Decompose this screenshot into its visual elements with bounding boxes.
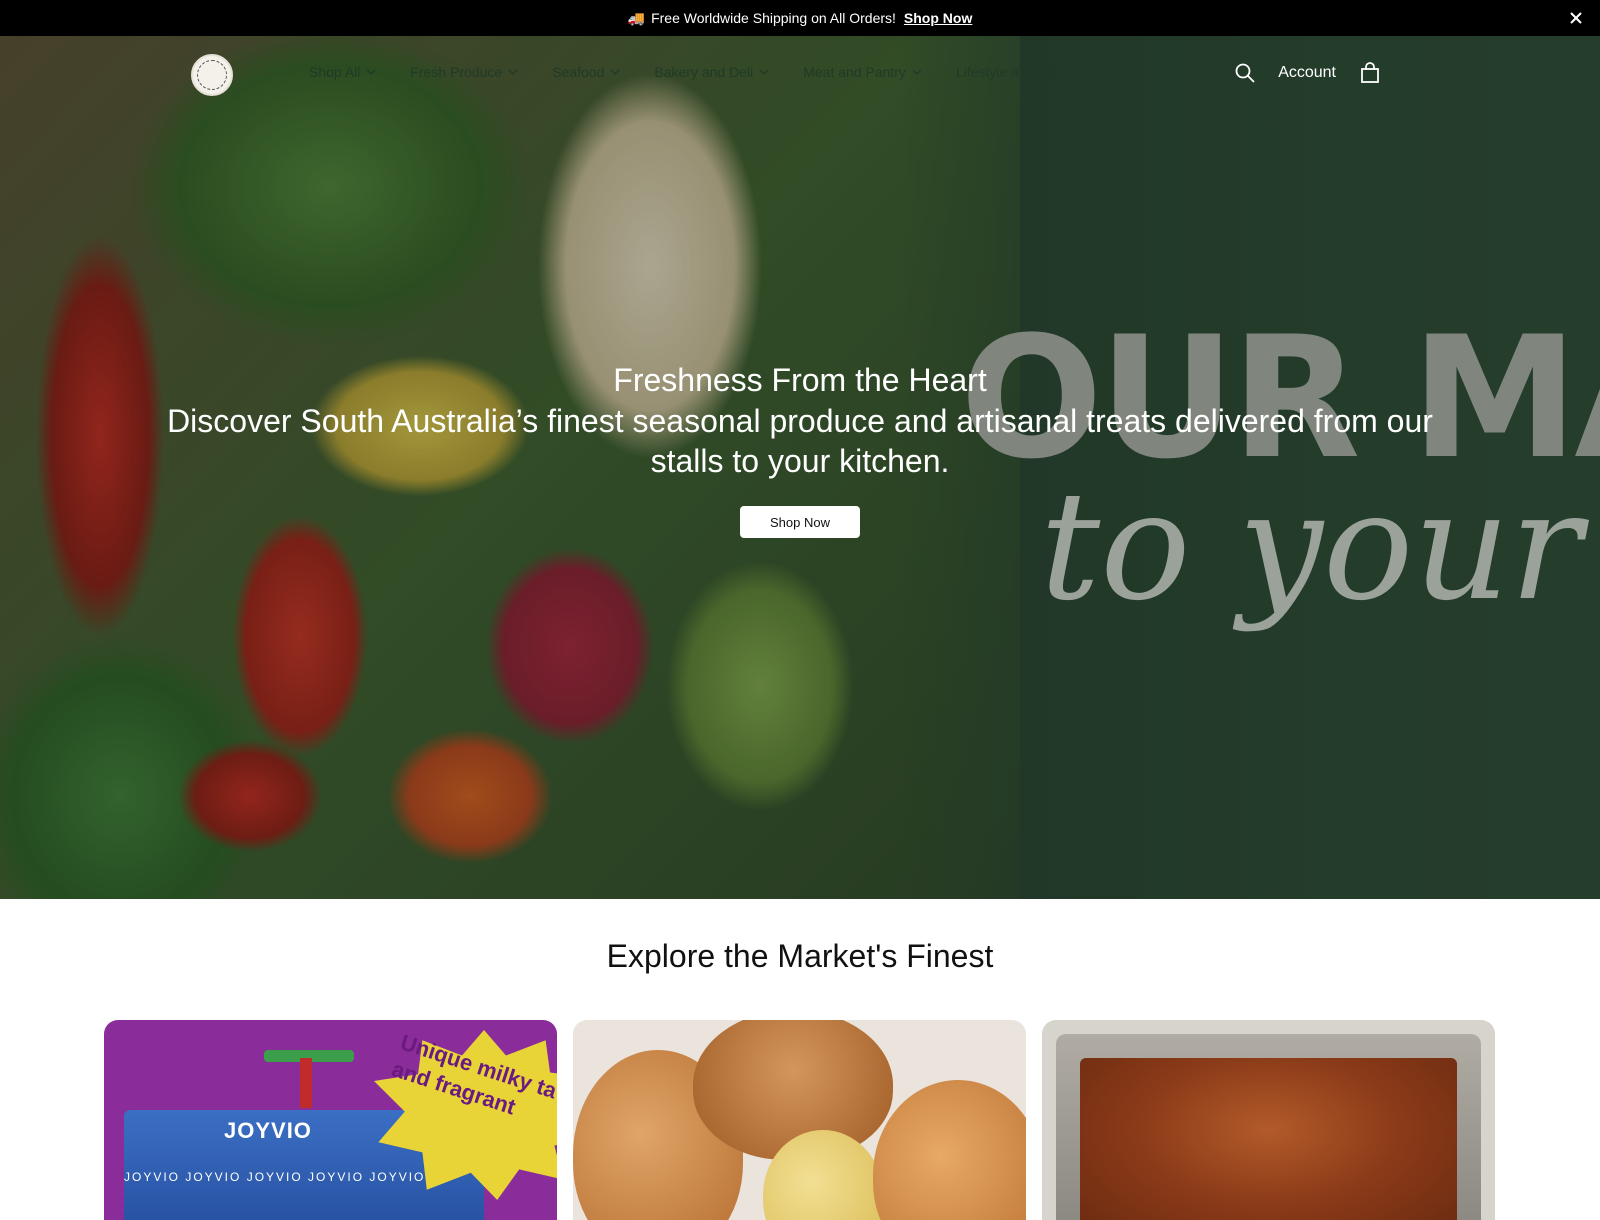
site-logo[interactable] <box>191 54 233 96</box>
search-icon[interactable] <box>1234 62 1256 84</box>
hero-title: Freshness From the Heart <box>613 362 987 398</box>
chevron-down-icon <box>508 69 518 75</box>
logo-emblem <box>197 60 227 90</box>
site-header: Shop All Fresh Produce Seafood Bakery an… <box>0 36 1600 116</box>
announcement-bar: 🚚 Free Worldwide Shipping on All Orders!… <box>0 0 1600 36</box>
hero-shop-now-button[interactable]: Shop Now <box>740 506 860 538</box>
nav-item-seafood[interactable]: Seafood <box>552 64 620 80</box>
chevron-down-icon <box>912 69 922 75</box>
category-card[interactable] <box>573 1020 1026 1220</box>
pear-image <box>873 1080 1026 1220</box>
nav-item-label: Fresh Produce <box>410 64 503 80</box>
announcement-shop-now-link[interactable]: Shop Now <box>904 10 972 26</box>
account-link[interactable]: Account <box>1278 64 1336 82</box>
header-actions: Account <box>1234 62 1380 84</box>
nav-item-label: Lifestyle and Gifts <box>955 64 1068 80</box>
can-stem <box>300 1058 312 1108</box>
nav-item-label: Meat and Pantry <box>803 64 906 80</box>
chevron-down-icon <box>610 69 620 75</box>
category-cards: JOYVIO JOYVIO JOYVIO JOYVIO JOYVIO JOYVI… <box>104 1020 1495 1220</box>
hero-subtitle: Discover South Australia’s finest season… <box>167 403 1433 479</box>
bag-icon[interactable] <box>1360 62 1380 84</box>
nav-item-fresh-produce[interactable]: Fresh Produce <box>410 64 518 80</box>
section-title: Explore the Market's Finest <box>606 938 994 974</box>
nav-item-label: Bakery and Deli <box>654 64 754 80</box>
nav-item-label: Seafood <box>552 64 605 80</box>
announcement-text: Free Worldwide Shipping on All Orders! <box>651 10 896 26</box>
nav-item-shop-all[interactable]: Shop All <box>309 64 376 80</box>
chevron-down-icon <box>759 69 769 75</box>
category-card[interactable]: JOYVIO JOYVIO JOYVIO JOYVIO JOYVIO JOYVI… <box>104 1020 557 1220</box>
chevron-down-icon <box>1073 69 1083 75</box>
nav-item-lifestyle-and-gifts[interactable]: Lifestyle and Gifts <box>956 64 1083 80</box>
nav-item-meat-and-pantry[interactable]: Meat and Pantry <box>803 64 922 80</box>
truck-icon: 🚚 <box>627 9 646 26</box>
category-card[interactable] <box>1042 1020 1495 1220</box>
chevron-down-icon <box>366 69 376 75</box>
food-image <box>1080 1058 1457 1220</box>
main-nav: Shop All Fresh Produce Seafood Bakery an… <box>309 64 1117 80</box>
nav-item-bakery-and-deli[interactable]: Bakery and Deli <box>654 64 769 80</box>
close-icon[interactable] <box>1566 8 1586 28</box>
nav-item-label: Shop All <box>309 64 361 80</box>
product-brand: JOYVIO <box>224 1118 312 1143</box>
